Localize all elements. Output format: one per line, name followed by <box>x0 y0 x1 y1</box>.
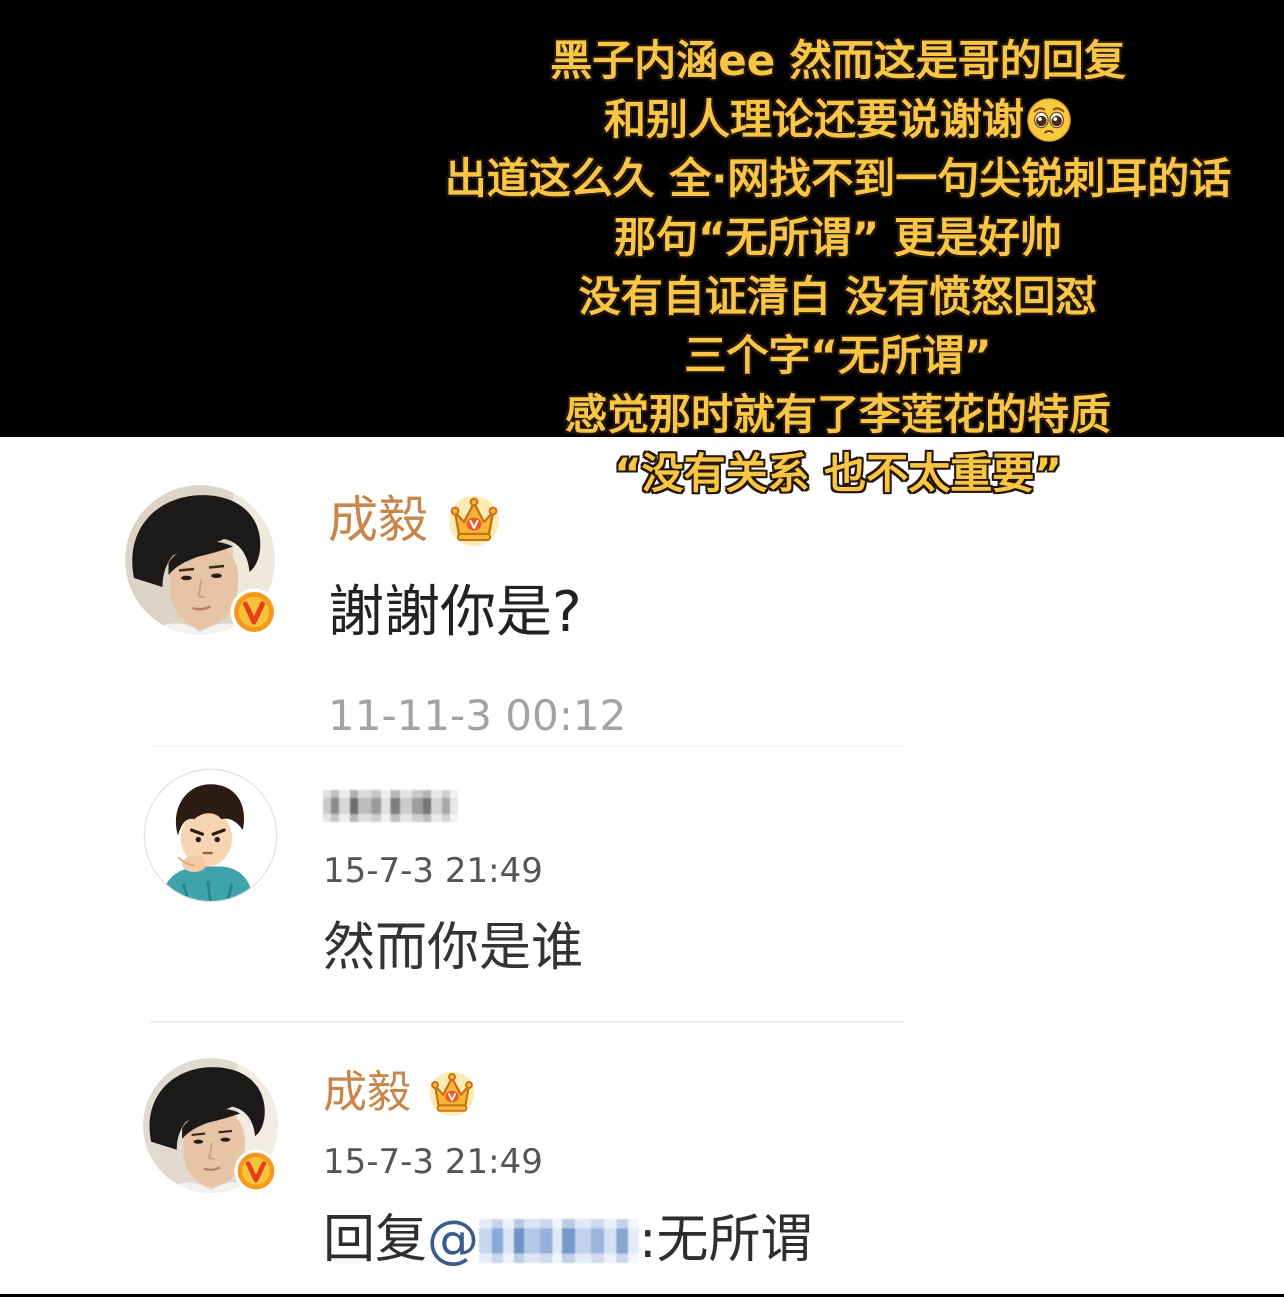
blurred-username[interactable] <box>323 790 458 822</box>
pleading-face-icon <box>1027 98 1071 142</box>
overlay-line: 三个字“无所谓” <box>684 331 992 380</box>
comment-text: 謝謝你是? <box>328 580 582 645</box>
username-row: 成毅 <box>323 1068 477 1118</box>
comment-text: 然而你是谁 <box>323 918 584 978</box>
avatar[interactable] <box>143 768 278 903</box>
reply-prefix: 回复 <box>323 1210 428 1270</box>
overlay-line: 没有自证清白 没有愤怒回怼 <box>578 272 1098 321</box>
blurred-mention-username[interactable] <box>479 1219 640 1263</box>
divider <box>150 745 905 747</box>
comment-item: 15-7-3 21:49 然而你是谁 <box>0 760 1284 990</box>
comment-timestamp: 15-7-3 21:49 <box>323 1142 543 1182</box>
mention-link[interactable]: @ <box>427 1210 640 1270</box>
verified-badge <box>233 1148 279 1194</box>
mention-at[interactable]: @ <box>427 1210 479 1270</box>
overlay-line: 和别人理论还要说谢谢 <box>392 90 1284 149</box>
verified-v-icon <box>234 1149 278 1193</box>
overlay-line-text: 和别人理论还要说谢谢 <box>603 95 1024 144</box>
comment-text: 回复@ :无所谓 <box>323 1210 813 1270</box>
divider <box>150 1021 905 1023</box>
overlay-line: 感觉那时就有了李莲花的特质 <box>564 390 1111 439</box>
comment-timestamp: 11-11-3 00:12 <box>328 691 627 740</box>
comment-item: 成毅 謝謝你是? 11-11-3 00:12 <box>0 477 1284 742</box>
overlay-line: “没有关系 也不太重要” <box>614 449 1062 498</box>
avatar-cartoon <box>143 768 278 903</box>
verified-v-icon <box>230 588 278 636</box>
reply-suffix: :无所谓 <box>639 1210 813 1270</box>
comment-item: 成毅 15-7-3 21:49 回复@ :无所谓 <box>0 1050 1284 1285</box>
verified-badge <box>229 587 279 637</box>
overlay-line: 黑子内涵ee 然而这是哥的回复 <box>550 36 1126 85</box>
crown-icon <box>429 1071 475 1117</box>
caption-overlay: 黑子内涵ee 然而这是哥的回复 和别人理论还要说谢谢 出道这么久 全·网找不到一… <box>392 31 1284 503</box>
overlay-line: 那句“无所谓” 更是好帅 <box>614 213 1062 262</box>
username[interactable]: 成毅 <box>323 1068 411 1118</box>
comment-list: 成毅 謝謝你是? 11-11-3 00:12 15-7-3 21:49 然而你是… <box>0 437 1284 1294</box>
overlay-line: 出道这么久 全·网找不到一句尖锐刺耳的话 <box>444 154 1232 203</box>
comment-timestamp: 15-7-3 21:49 <box>323 851 543 891</box>
